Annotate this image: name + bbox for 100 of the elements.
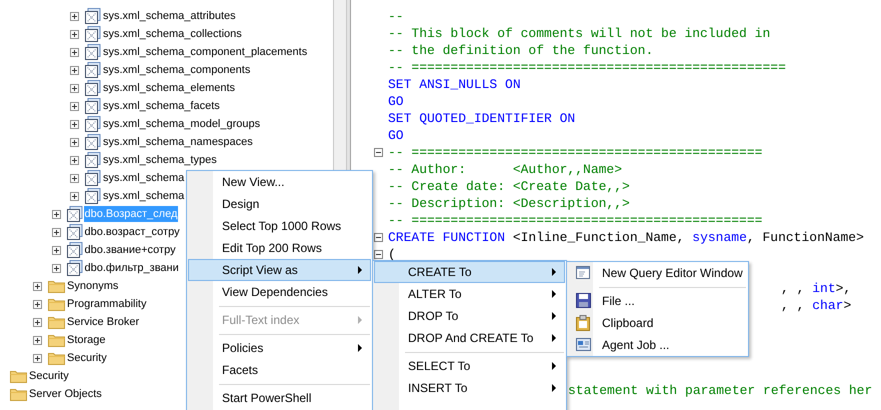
menu-item[interactable]: Edit Top 200 Rows: [188, 237, 371, 259]
view-icon: [85, 8, 101, 24]
collapse-icon[interactable]: [374, 233, 383, 242]
tree-item[interactable]: sys.xml_schema_namespaces: [102, 134, 254, 150]
expand-icon[interactable]: [33, 354, 42, 362]
menu-item[interactable]: Select Top 1000 Rows: [188, 215, 371, 237]
tree-item[interactable]: sys.xml_schema_model_groups: [102, 116, 262, 132]
tree-item[interactable]: Programmability: [66, 296, 148, 312]
menu-item[interactable]: ALTER To: [374, 283, 565, 305]
code-line: , , int>,: [781, 280, 852, 297]
expand-icon[interactable]: [70, 138, 79, 146]
menu-item[interactable]: SELECT To: [374, 355, 565, 377]
tree-item[interactable]: sys.xml_schema_types: [102, 152, 218, 168]
code-line: SET QUOTED_IDENTIFIER ON: [388, 110, 576, 127]
expand-icon[interactable]: [70, 84, 79, 92]
tree-item[interactable]: sys.xml_schema_elements: [102, 80, 236, 96]
code-line: CREATE FUNCTION <Inline_Function_Name, sysname, FunctionName>: [388, 229, 864, 246]
tree-item[interactable]: Security: [66, 350, 108, 366]
view-icon: [85, 44, 101, 60]
code-line: -- This block of comments will not be included in: [388, 25, 770, 42]
code-line: -- Create date: <Create Date,,>: [388, 178, 630, 195]
expand-icon[interactable]: [33, 318, 42, 326]
folder-icon: [48, 351, 65, 365]
expand-icon[interactable]: [70, 12, 79, 20]
view-icon: [66, 260, 82, 276]
tree-item[interactable]: Server Objects: [28, 386, 103, 402]
code-line: -- Author: <Author,,Name>: [388, 161, 622, 178]
expand-icon[interactable]: [70, 48, 79, 56]
view-icon: [85, 170, 101, 186]
folder-icon: [48, 279, 65, 293]
tree-item[interactable]: sys.xml_schema: [102, 188, 186, 204]
expand-icon[interactable]: [52, 228, 60, 236]
view-icon: [66, 206, 82, 222]
code-line: statement with parameter references her: [568, 382, 872, 399]
expand-icon[interactable]: [52, 264, 60, 272]
tree-item[interactable]: dbo.звание+сотру: [84, 242, 177, 258]
menu-item[interactable]: New Query Editor Window: [568, 262, 747, 284]
view-icon: [66, 242, 82, 258]
tree-item[interactable]: sys.xml_schema: [102, 170, 186, 186]
tree-item[interactable]: sys.xml_schema_facets: [102, 98, 221, 114]
view-icon: [66, 224, 82, 240]
query-window-icon: [576, 265, 592, 281]
tree-item[interactable]: sys.xml_schema_component_placements: [102, 44, 308, 60]
menu-item[interactable]: Script View as: [188, 259, 371, 281]
menu-item[interactable]: CREATE To: [374, 261, 565, 283]
expand-icon[interactable]: [70, 120, 79, 128]
folder-icon: [48, 333, 65, 347]
expand-icon[interactable]: [70, 102, 79, 110]
view-icon: [85, 98, 101, 114]
tree-item[interactable]: Storage: [66, 332, 107, 348]
view-icon: [85, 188, 101, 204]
tree-item[interactable]: Security: [28, 368, 70, 384]
collapse-icon[interactable]: [374, 250, 383, 259]
menu-item[interactable]: Design: [188, 193, 371, 215]
tree-item[interactable]: dbo.фильтр_звани: [84, 260, 180, 276]
tree-item[interactable]: Service Broker: [66, 314, 140, 330]
expand-icon[interactable]: [52, 246, 60, 254]
menu-item[interactable]: Facets: [188, 359, 371, 381]
code-line: --: [388, 8, 404, 25]
menu-item[interactable]: View Dependencies: [188, 281, 371, 303]
tree-item[interactable]: dbo.возраст_сотру: [84, 224, 181, 240]
menu-item[interactable]: Clipboard: [568, 312, 747, 334]
tree-item[interactable]: sys.xml_schema_attributes: [102, 8, 237, 24]
menu-item[interactable]: File ...: [568, 290, 747, 312]
menu-item[interactable]: DROP And CREATE To: [374, 327, 565, 349]
folder-icon: [48, 315, 65, 329]
expand-icon[interactable]: [70, 30, 79, 38]
code-line: -- =============================================: [388, 212, 762, 229]
code-line: SET ANSI_NULLS ON: [388, 76, 521, 93]
folder-icon: [48, 297, 65, 311]
tree-item[interactable]: sys.xml_schema_components: [102, 62, 252, 78]
view-icon: [85, 152, 101, 168]
view-icon: [85, 62, 101, 78]
code-line: GO: [388, 93, 404, 110]
menu-item[interactable]: Agent Job ...: [568, 334, 747, 356]
menu-item[interactable]: DROP To: [374, 305, 565, 327]
code-line: GO: [388, 127, 404, 144]
clipboard-icon: [576, 315, 592, 331]
expand-icon[interactable]: [33, 282, 42, 290]
expand-icon[interactable]: [52, 210, 60, 218]
expand-icon[interactable]: [70, 192, 79, 200]
code-line: , , char>: [781, 297, 852, 314]
view-icon: [85, 116, 101, 132]
menu-item[interactable]: Policies: [188, 337, 371, 359]
job-window-icon: [576, 337, 592, 353]
code-line: -- Description: <Description,,>: [388, 195, 630, 212]
view-icon: [85, 26, 101, 42]
menu-item[interactable]: Start PowerShell: [188, 387, 371, 409]
expand-icon[interactable]: [70, 156, 79, 164]
menu-item[interactable]: New View...: [188, 171, 371, 193]
expand-icon[interactable]: [33, 336, 42, 344]
expand-icon[interactable]: [70, 174, 79, 182]
tree-item[interactable]: sys.xml_schema_collections: [102, 26, 243, 42]
expand-icon[interactable]: [33, 300, 42, 308]
collapse-icon[interactable]: [374, 148, 383, 157]
tree-item[interactable]: Synonyms: [66, 278, 120, 294]
view-icon: [85, 134, 101, 150]
menu-item[interactable]: INSERT To: [374, 377, 565, 399]
expand-icon[interactable]: [70, 66, 79, 74]
code-line: -- =============================================: [388, 144, 762, 161]
